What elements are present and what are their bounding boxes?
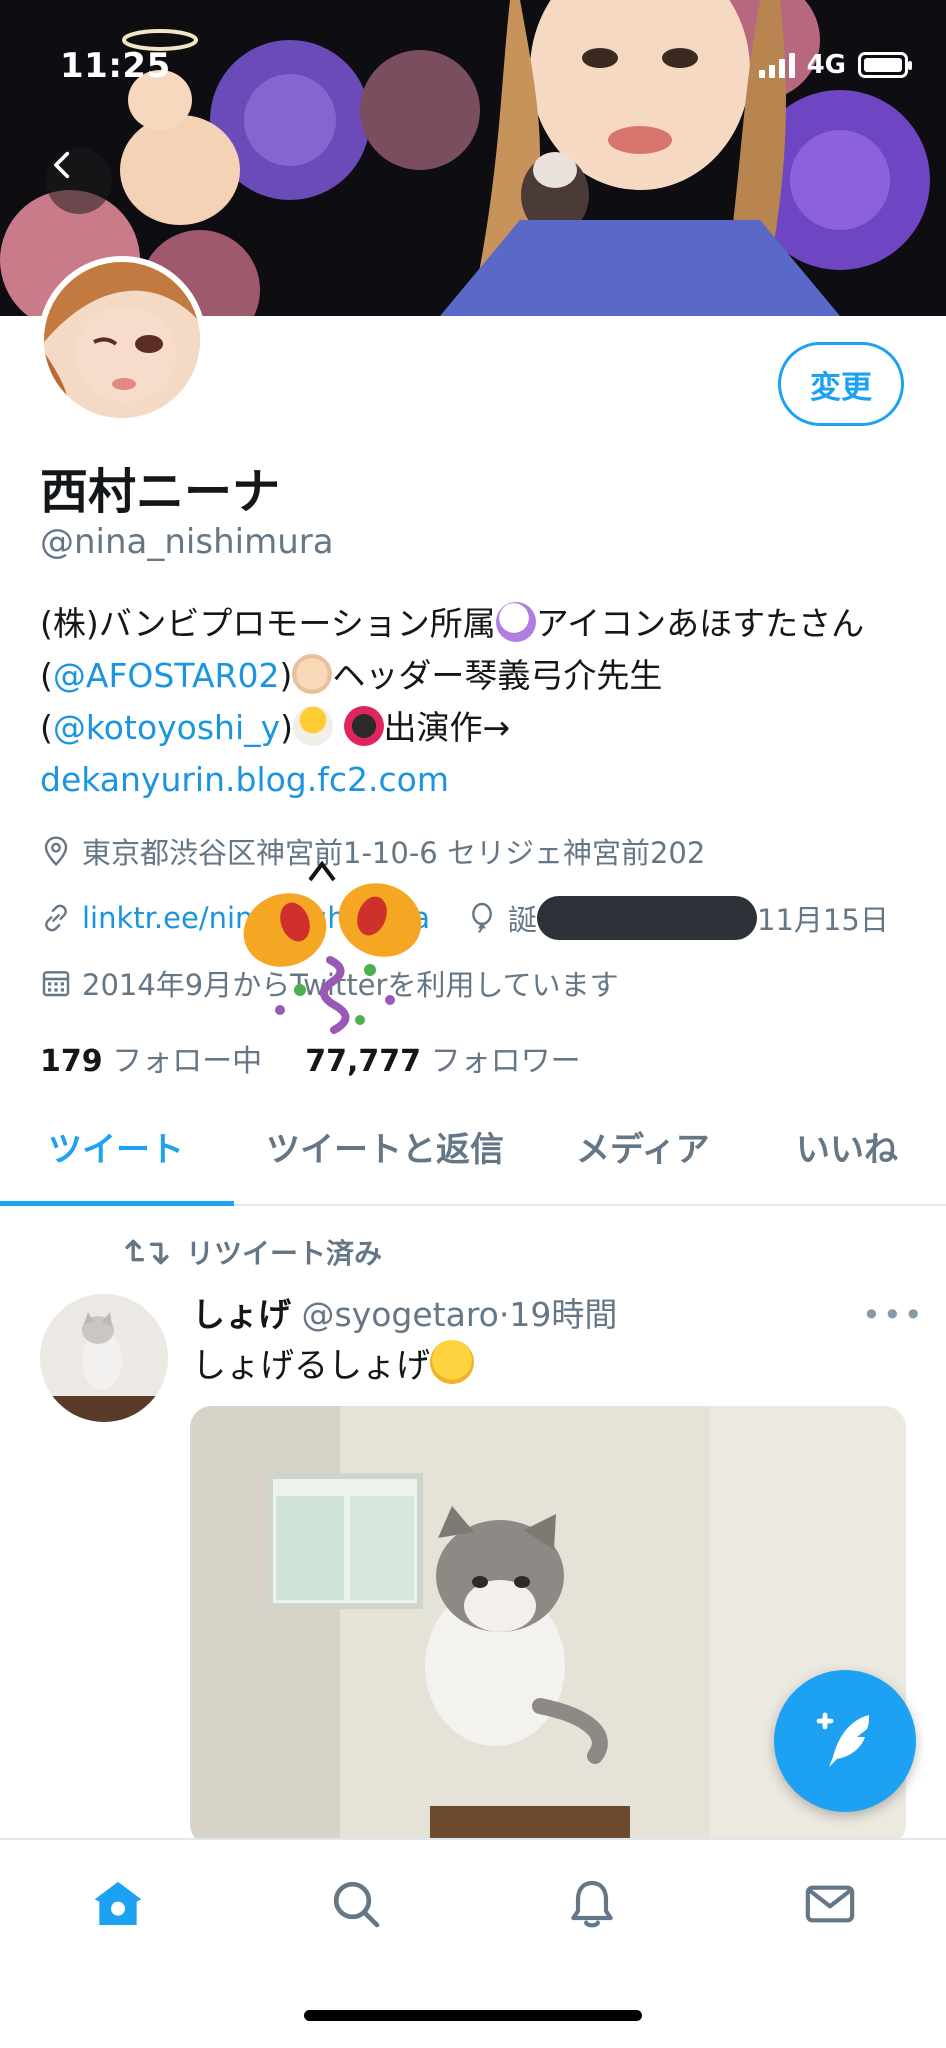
profile-location: 東京都渋谷区神宮前1-10-6 セリジェ神宮前202 xyxy=(40,830,705,872)
signal-icon xyxy=(758,52,795,78)
followers-link[interactable]: 77,777 フォロワー xyxy=(305,1044,580,1079)
following-link[interactable]: 179 フォロー中 xyxy=(40,1044,262,1079)
chevron-left-icon xyxy=(54,151,70,179)
link-icon xyxy=(40,902,72,934)
network-type: 4G xyxy=(806,50,846,80)
location-pin-icon xyxy=(40,835,72,867)
messages-envelope-icon xyxy=(805,1885,855,1923)
birthday-prefix: 誕 xyxy=(508,903,538,937)
bottom-navigation xyxy=(0,1838,946,2048)
back-button[interactable] xyxy=(46,148,112,214)
tweet-author-name[interactable]: しょげ xyxy=(192,1295,291,1334)
birthday-balloons-icon xyxy=(243,860,422,1034)
balloon-icon xyxy=(466,902,498,934)
bio-text: ) xyxy=(280,708,294,747)
birthday-date: 11月15日 xyxy=(757,903,889,937)
avatar-illustration xyxy=(44,262,200,418)
bio-text: (株)バンビプロモーション所属 xyxy=(40,604,496,643)
retweet-icon xyxy=(125,1239,169,1265)
followers-label: フォロワー xyxy=(430,1044,581,1079)
no-under-18-emoji-icon xyxy=(343,706,384,746)
tweet-time: 19時間 xyxy=(509,1295,618,1334)
website-link[interactable]: linktr.ee/nina_nishimura xyxy=(82,901,430,935)
bio-text: ) xyxy=(279,656,293,695)
nav-notifications-button[interactable] xyxy=(562,1874,622,1934)
tab-tweets-and-replies[interactable]: ツイートと返信 xyxy=(266,1122,504,1171)
profile-website-birthday: linktr.ee/nina_nishimura 誕 11月15日 xyxy=(40,896,889,940)
profile-handle: @nina_nishimura xyxy=(40,522,334,562)
nav-messages-button[interactable] xyxy=(800,1874,860,1934)
edit-profile-button[interactable]: 変更 xyxy=(778,342,904,426)
retweet-label: リツイート済み xyxy=(186,1237,383,1270)
followers-count: 77,777 xyxy=(305,1044,422,1079)
follow-stats: 179 フォロー中 77,777 フォロワー xyxy=(40,1036,581,1080)
mention-link[interactable]: @kotoyoshi_y xyxy=(53,708,280,747)
bio-text: 出演作→ xyxy=(383,708,511,747)
following-count: 179 xyxy=(40,1044,103,1079)
profile-bio: (株)バンビプロモーション所属 アイコンあほすたさん(@AFOSTAR02) ヘッダ… xyxy=(40,598,910,806)
nav-search-button[interactable] xyxy=(326,1874,386,1934)
calendar-icon xyxy=(40,967,72,999)
status-indicators: 4G xyxy=(758,50,912,80)
nav-home-button[interactable] xyxy=(88,1874,148,1934)
baby-emoji-icon xyxy=(292,654,333,694)
following-label: フォロー中 xyxy=(112,1044,263,1079)
profile-joined: 2014年9月からTwitterを利用しています xyxy=(40,962,619,1004)
tweet-author-handle[interactable]: @syogetaro xyxy=(302,1295,499,1334)
profile-avatar[interactable] xyxy=(38,256,206,424)
bio-website-link[interactable]: dekanyurin.blog.fc2.com xyxy=(40,760,449,799)
profile-tabs: ツイート ツイートと返信 メディア いいね xyxy=(0,1090,946,1206)
location-text: 東京都渋谷区神宮前1-10-6 セリジェ神宮前202 xyxy=(82,836,706,870)
hatching-chick-emoji-icon xyxy=(293,706,334,746)
tweet-text: しょげるしょげ xyxy=(192,1338,474,1387)
tab-tweets[interactable]: ツイート xyxy=(48,1122,184,1171)
status-time: 11:25 xyxy=(60,46,171,86)
cat-avatar-image xyxy=(40,1294,168,1422)
tweet-author-avatar[interactable] xyxy=(40,1294,168,1422)
home-indicator xyxy=(304,2010,642,2021)
mention-link[interactable]: @AFOSTAR02 xyxy=(53,656,280,695)
search-icon xyxy=(333,1881,380,1928)
notifications-bell-icon xyxy=(571,1880,613,1928)
home-icon xyxy=(94,1881,142,1925)
redaction-bar xyxy=(537,896,758,940)
tweet-body: しょげるしょげ xyxy=(192,1346,430,1386)
retweet-indicator: リツイート済み xyxy=(124,1232,382,1272)
tweet-more-button[interactable]: ••• xyxy=(862,1296,925,1334)
profile-name: 西村ニーナ xyxy=(40,464,281,520)
compose-tweet-icon xyxy=(816,1712,869,1767)
joined-text: 2014年9月からTwitterを利用しています xyxy=(82,968,619,1002)
compose-tweet-button[interactable] xyxy=(774,1670,916,1812)
unicorn-emoji-icon xyxy=(495,602,536,642)
tab-likes[interactable]: いいね xyxy=(796,1122,898,1171)
disappointed-face-emoji-icon xyxy=(430,1340,474,1384)
battery-icon xyxy=(858,52,912,78)
status-bar: 11:25 4G xyxy=(0,0,946,120)
tab-media[interactable]: メディア xyxy=(576,1122,710,1171)
tweet-header: しょげ @syogetaro·19時間 xyxy=(192,1295,618,1334)
active-tab-indicator xyxy=(0,1201,234,1206)
